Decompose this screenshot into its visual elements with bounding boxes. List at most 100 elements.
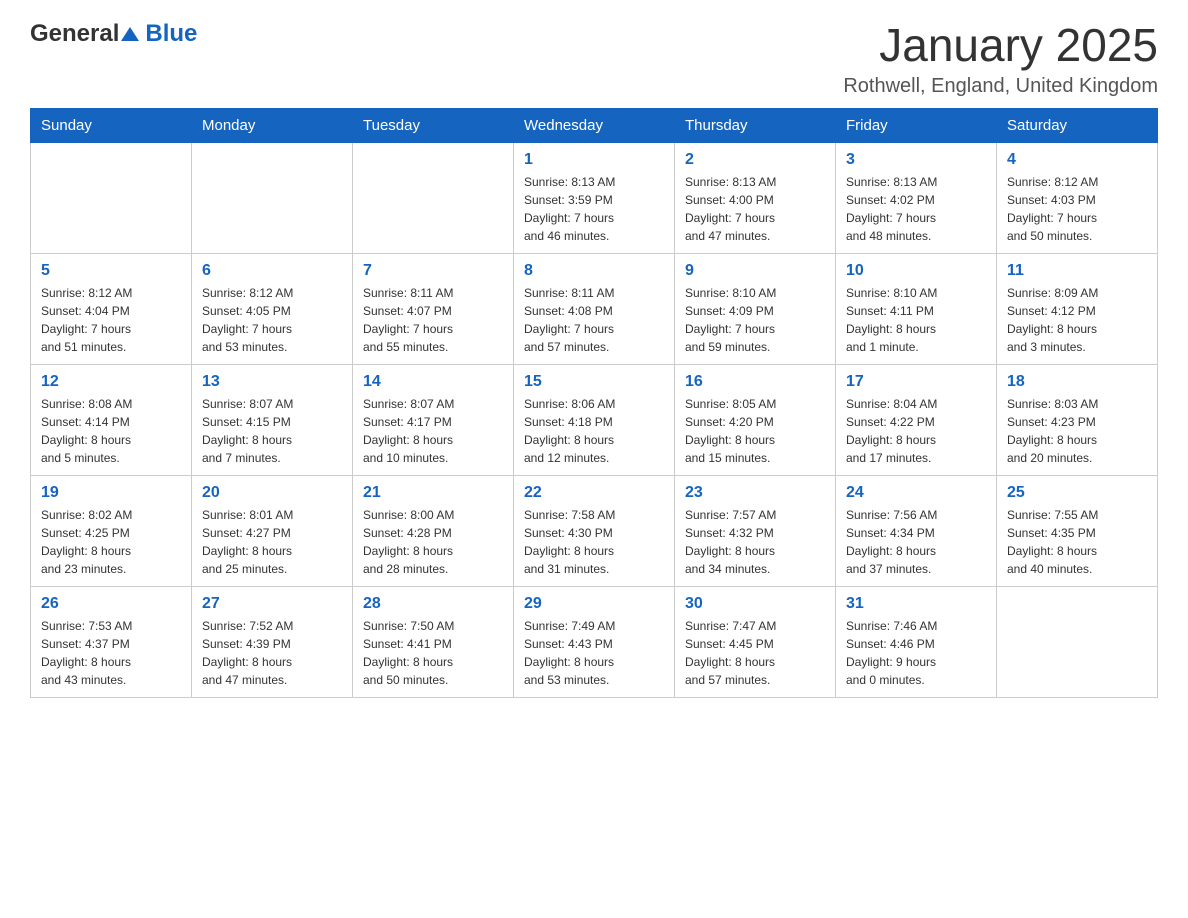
day-info: Sunrise: 7:58 AM Sunset: 4:30 PM Dayligh… (524, 506, 664, 578)
calendar-cell: 10Sunrise: 8:10 AM Sunset: 4:11 PM Dayli… (836, 253, 997, 364)
calendar-cell: 31 Sunrise: 7:46 AM Sunset: 4:46 PM Dayli… (836, 586, 997, 697)
calendar-cell: 28 Sunrise: 7:50 AM Sunset: 4:41 PM Dayli… (353, 586, 514, 697)
day-number: 17 (846, 373, 986, 391)
calendar-cell: 21Sunrise: 8:00 AM Sunset: 4:28 PM Dayli… (353, 475, 514, 586)
day-info: Sunrise: 7:53 AM Sunset: 4:37 PM Dayligh… (41, 617, 181, 689)
logo-blue: Blue (145, 20, 197, 47)
day-number: 22 (524, 484, 664, 502)
day-info: Sunrise: 7:49 AM Sunset: 4:43 PM Dayligh… (524, 617, 664, 689)
day-info: Sunrise: 7:57 AM Sunset: 4:32 PM Dayligh… (685, 506, 825, 578)
day-number: 31 (846, 595, 986, 613)
calendar-cell: 16 Sunrise: 8:05 AM Sunset: 4:20 PM Dayli… (675, 364, 836, 475)
calendar-cell: 19Sunrise: 8:02 AM Sunset: 4:25 PM Dayli… (31, 475, 192, 586)
day-info: Sunrise: 7:46 AM Sunset: 4:46 PM Dayligh… (846, 617, 986, 689)
calendar-week-row: 1 Sunrise: 8:13 AM Sunset: 3:59 PM Daylig… (31, 142, 1158, 253)
day-info: Sunrise: 7:55 AM Sunset: 4:35 PM Dayligh… (1007, 506, 1147, 578)
calendar-cell (31, 142, 192, 253)
calendar-week-row: 26Sunrise: 7:53 AM Sunset: 4:37 PM Dayli… (31, 586, 1158, 697)
day-number: 12 (41, 373, 181, 391)
calendar-cell: 8Sunrise: 8:11 AM Sunset: 4:08 PM Daylig… (514, 253, 675, 364)
day-number: 5 (41, 262, 181, 280)
calendar-cell: 1 Sunrise: 8:13 AM Sunset: 3:59 PM Daylig… (514, 142, 675, 253)
calendar-cell: 20 Sunrise: 8:01 AM Sunset: 4:27 PM Dayli… (192, 475, 353, 586)
weekday-header-monday: Monday (192, 108, 353, 142)
day-number: 3 (846, 151, 986, 169)
day-info: Sunrise: 8:07 AM Sunset: 4:17 PM Dayligh… (363, 395, 503, 467)
calendar-cell: 26Sunrise: 7:53 AM Sunset: 4:37 PM Dayli… (31, 586, 192, 697)
day-info: Sunrise: 8:04 AM Sunset: 4:22 PM Dayligh… (846, 395, 986, 467)
day-info: Sunrise: 8:13 AM Sunset: 4:02 PM Dayligh… (846, 173, 986, 245)
day-number: 14 (363, 373, 503, 391)
calendar-cell: 23 Sunrise: 7:57 AM Sunset: 4:32 PM Dayli… (675, 475, 836, 586)
day-number: 8 (524, 262, 664, 280)
day-number: 2 (685, 151, 825, 169)
day-info: Sunrise: 8:06 AM Sunset: 4:18 PM Dayligh… (524, 395, 664, 467)
day-info: Sunrise: 8:10 AM Sunset: 4:09 PM Dayligh… (685, 284, 825, 356)
day-info: Sunrise: 8:01 AM Sunset: 4:27 PM Dayligh… (202, 506, 342, 578)
day-info: Sunrise: 8:08 AM Sunset: 4:14 PM Dayligh… (41, 395, 181, 467)
calendar-cell (192, 142, 353, 253)
weekday-header-wednesday: Wednesday (514, 108, 675, 142)
day-info: Sunrise: 8:11 AM Sunset: 4:07 PM Dayligh… (363, 284, 503, 356)
day-number: 28 (363, 595, 503, 613)
calendar-cell: 9 Sunrise: 8:10 AM Sunset: 4:09 PM Daylig… (675, 253, 836, 364)
day-number: 16 (685, 373, 825, 391)
day-number: 25 (1007, 484, 1147, 502)
calendar-cell: 5 Sunrise: 8:12 AM Sunset: 4:04 PM Daylig… (31, 253, 192, 364)
day-info: Sunrise: 8:13 AM Sunset: 4:00 PM Dayligh… (685, 173, 825, 245)
day-number: 24 (846, 484, 986, 502)
calendar-header-row: SundayMondayTuesdayWednesdayThursdayFrid… (31, 108, 1158, 142)
day-number: 30 (685, 595, 825, 613)
title-section: January 2025 Rothwell, England, United K… (843, 20, 1158, 98)
calendar-table: SundayMondayTuesdayWednesdayThursdayFrid… (30, 108, 1158, 698)
calendar-cell: 17 Sunrise: 8:04 AM Sunset: 4:22 PM Dayli… (836, 364, 997, 475)
weekday-header-thursday: Thursday (675, 108, 836, 142)
day-info: Sunrise: 8:12 AM Sunset: 4:03 PM Dayligh… (1007, 173, 1147, 245)
calendar-week-row: 12 Sunrise: 8:08 AM Sunset: 4:14 PM Dayli… (31, 364, 1158, 475)
calendar-cell: 27 Sunrise: 7:52 AM Sunset: 4:39 PM Dayli… (192, 586, 353, 697)
calendar-cell: 4 Sunrise: 8:12 AM Sunset: 4:03 PM Daylig… (997, 142, 1158, 253)
day-info: Sunrise: 8:07 AM Sunset: 4:15 PM Dayligh… (202, 395, 342, 467)
day-number: 7 (363, 262, 503, 280)
calendar-cell: 25 Sunrise: 7:55 AM Sunset: 4:35 PM Dayli… (997, 475, 1158, 586)
calendar-cell: 22 Sunrise: 7:58 AM Sunset: 4:30 PM Dayli… (514, 475, 675, 586)
day-number: 15 (524, 373, 664, 391)
day-info: Sunrise: 7:52 AM Sunset: 4:39 PM Dayligh… (202, 617, 342, 689)
day-number: 18 (1007, 373, 1147, 391)
day-info: Sunrise: 7:50 AM Sunset: 4:41 PM Dayligh… (363, 617, 503, 689)
day-number: 13 (202, 373, 342, 391)
calendar-cell: 29 Sunrise: 7:49 AM Sunset: 4:43 PM Dayli… (514, 586, 675, 697)
day-number: 10 (846, 262, 986, 280)
calendar-cell: 13 Sunrise: 8:07 AM Sunset: 4:15 PM Dayli… (192, 364, 353, 475)
day-number: 6 (202, 262, 342, 280)
day-number: 1 (524, 151, 664, 169)
location-subtitle: Rothwell, England, United Kingdom (843, 75, 1158, 98)
weekday-header-friday: Friday (836, 108, 997, 142)
calendar-cell: 24 Sunrise: 7:56 AM Sunset: 4:34 PM Dayli… (836, 475, 997, 586)
day-info: Sunrise: 8:12 AM Sunset: 4:04 PM Dayligh… (41, 284, 181, 356)
day-info: Sunrise: 7:56 AM Sunset: 4:34 PM Dayligh… (846, 506, 986, 578)
day-number: 11 (1007, 262, 1147, 280)
day-info: Sunrise: 8:02 AM Sunset: 4:25 PM Dayligh… (41, 506, 181, 578)
day-info: Sunrise: 8:09 AM Sunset: 4:12 PM Dayligh… (1007, 284, 1147, 356)
day-info: Sunrise: 8:12 AM Sunset: 4:05 PM Dayligh… (202, 284, 342, 356)
day-info: Sunrise: 8:13 AM Sunset: 3:59 PM Dayligh… (524, 173, 664, 245)
day-number: 20 (202, 484, 342, 502)
day-info: Sunrise: 8:00 AM Sunset: 4:28 PM Dayligh… (363, 506, 503, 578)
weekday-header-tuesday: Tuesday (353, 108, 514, 142)
day-number: 23 (685, 484, 825, 502)
calendar-cell: 6 Sunrise: 8:12 AM Sunset: 4:05 PM Daylig… (192, 253, 353, 364)
day-number: 4 (1007, 151, 1147, 169)
calendar-week-row: 5 Sunrise: 8:12 AM Sunset: 4:04 PM Daylig… (31, 253, 1158, 364)
calendar-week-row: 19Sunrise: 8:02 AM Sunset: 4:25 PM Dayli… (31, 475, 1158, 586)
day-number: 9 (685, 262, 825, 280)
day-info: Sunrise: 8:05 AM Sunset: 4:20 PM Dayligh… (685, 395, 825, 467)
weekday-header-sunday: Sunday (31, 108, 192, 142)
calendar-cell: 3 Sunrise: 8:13 AM Sunset: 4:02 PM Daylig… (836, 142, 997, 253)
day-number: 29 (524, 595, 664, 613)
logo-triangle-icon (121, 27, 139, 41)
day-info: Sunrise: 7:47 AM Sunset: 4:45 PM Dayligh… (685, 617, 825, 689)
day-number: 27 (202, 595, 342, 613)
calendar-cell: 12 Sunrise: 8:08 AM Sunset: 4:14 PM Dayli… (31, 364, 192, 475)
calendar-cell: 18Sunrise: 8:03 AM Sunset: 4:23 PM Dayli… (997, 364, 1158, 475)
